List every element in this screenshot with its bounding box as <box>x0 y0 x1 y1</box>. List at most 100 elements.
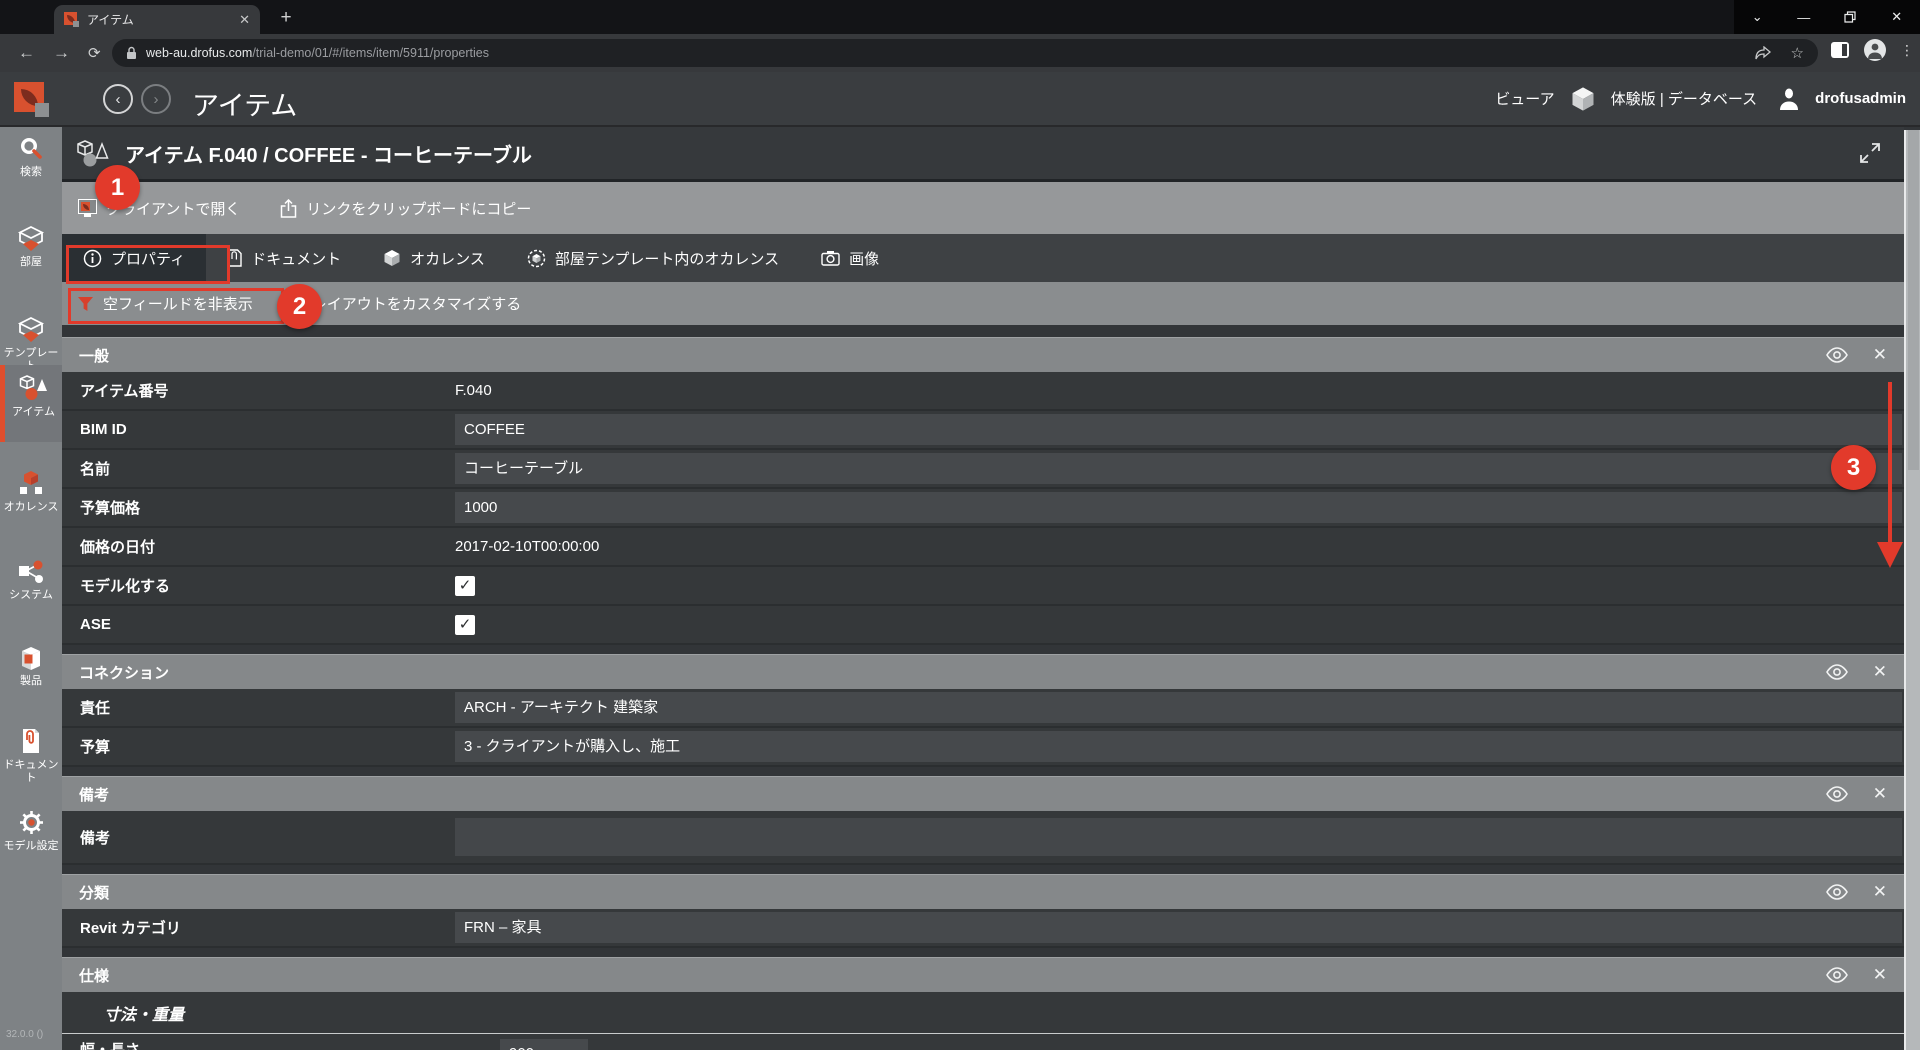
sidebar-item-documents[interactable]: ドキュメント <box>0 723 62 785</box>
annotation-arrow-head <box>1877 542 1903 568</box>
field-label: 予算価格 <box>80 497 455 518</box>
item-titlebar: アイテム F.040 / COFFEE - コーヒーテーブル <box>62 127 1904 182</box>
minimize-icon[interactable]: — <box>1781 0 1828 34</box>
url-bar[interactable]: web-au.drofus.com/trial-demo/01/#/items/… <box>112 39 1818 67</box>
close-section-icon[interactable]: ✕ <box>1873 882 1887 902</box>
username[interactable]: drofusadmin <box>1815 90 1906 107</box>
field-row: 予算3 - クライアントが購入し、施工 <box>62 728 1904 767</box>
field-label: 名前 <box>80 458 455 479</box>
eye-icon[interactable] <box>1825 347 1849 363</box>
database-label[interactable]: 体験版 | データベース <box>1611 88 1757 109</box>
browser-tabstrip: アイテム ✕ + ⌄ — ✕ <box>0 0 1920 34</box>
eye-icon[interactable] <box>1825 664 1849 680</box>
user-icon <box>1777 87 1801 111</box>
products-icon <box>17 645 45 671</box>
browser-menu-icon[interactable]: ⋮ <box>1900 42 1914 59</box>
tab-search-icon[interactable]: ⌄ <box>1734 0 1781 34</box>
tab-room-template-occurrences[interactable]: 部屋テンプレート内のオカレンス <box>506 234 800 282</box>
field-label: 幅・長さ <box>80 1039 455 1050</box>
tab-close-icon[interactable]: ✕ <box>239 12 250 28</box>
subsection-heading: 寸法・重量 <box>62 992 1904 1034</box>
close-section-icon[interactable]: ✕ <box>1873 662 1887 682</box>
field-value[interactable]: 3 - クライアントが購入し、施工 <box>455 731 1902 762</box>
browser-back-icon[interactable]: ← <box>18 43 35 63</box>
scrollbar-thumb[interactable] <box>1908 130 1919 470</box>
section-header: 一般✕ <box>62 337 1904 372</box>
annotation-box-properties-tab <box>66 245 230 284</box>
tab-occurrences[interactable]: オカレンス <box>362 234 506 282</box>
browser-forward-icon[interactable]: → <box>53 43 70 63</box>
sidebar-item-search[interactable]: 検索 <box>0 132 62 179</box>
field-label: 責任 <box>80 697 455 718</box>
section-0: 一般✕アイテム番号F.040BIM IDCOFFEE名前コーヒーテーブル予算価格… <box>62 337 1904 645</box>
close-section-icon[interactable]: ✕ <box>1873 965 1887 985</box>
side-panel-icon[interactable] <box>1830 40 1850 60</box>
field-unit: mm <box>603 1046 628 1050</box>
field-label: BIM ID <box>80 421 455 438</box>
new-tab-button[interactable]: + <box>272 5 300 31</box>
browser-url-row: ← → ⟳ web-au.drofus.com/trial-demo/01/#/… <box>0 34 1920 72</box>
main-content: アイテム F.040 / COFFEE - コーヒーテーブル クライアントで開く… <box>62 127 1904 1050</box>
reload-icon[interactable]: ⟳ <box>88 44 101 62</box>
item-tabs: プロパティドキュメントオカレンス部屋テンプレート内のオカレンス画像 <box>62 234 1904 282</box>
templates-icon <box>17 317 45 343</box>
filter-bar: 空フィールドを非表示 レイアウトをカスタマイズする <box>62 282 1904 325</box>
nav-back-button[interactable]: ‹ <box>103 84 133 114</box>
close-section-icon[interactable]: ✕ <box>1873 784 1887 804</box>
tab-title: アイテム <box>87 11 231 28</box>
sidebar-item-label: ドキュメント <box>0 759 62 785</box>
window-close-icon[interactable]: ✕ <box>1874 0 1920 34</box>
field-value[interactable]: FRN – 家具 <box>455 912 1902 943</box>
section-header: コネクション✕ <box>62 654 1904 689</box>
field-value[interactable]: コーヒーテーブル <box>455 453 1902 484</box>
section-header: 分類✕ <box>62 874 1904 909</box>
sidebar-item-rooms[interactable]: 部屋 <box>0 222 62 269</box>
field-label: モデル化する <box>80 575 455 596</box>
bookmark-star-icon[interactable]: ☆ <box>1791 44 1804 62</box>
field-value[interactable]: ARCH - アーキテクト 建築家 <box>455 692 1902 723</box>
field-label: 予算 <box>80 736 455 757</box>
sidebar-item-label: モデル設定 <box>4 840 59 853</box>
field-row: 名前コーヒーテーブル <box>62 450 1904 489</box>
sidebar-item-label: オカレンス <box>4 501 59 514</box>
viewer-label[interactable]: ビューア <box>1495 88 1554 109</box>
tab-images[interactable]: 画像 <box>800 234 900 282</box>
profile-avatar[interactable] <box>1864 39 1886 61</box>
share-icon[interactable] <box>1754 46 1771 61</box>
viewer-cube-icon[interactable] <box>1569 85 1597 113</box>
checkbox-checked[interactable]: ✓ <box>455 576 475 596</box>
close-section-icon[interactable]: ✕ <box>1873 345 1887 365</box>
cube-icon <box>383 249 401 267</box>
copy-link-button[interactable]: リンクをクリップボードにコピー <box>280 198 531 219</box>
field-value[interactable]: 1000 <box>455 492 1902 523</box>
field-row: アイテム番号F.040 <box>62 372 1904 411</box>
field-value[interactable] <box>455 818 1902 856</box>
vertical-scrollbar[interactable] <box>1904 130 1920 1050</box>
search-icon <box>18 136 44 162</box>
eye-icon[interactable] <box>1825 884 1849 900</box>
nav-forward-button[interactable]: › <box>141 84 171 114</box>
url-domain: web-au.drofus.com <box>146 46 252 60</box>
sidebar-item-occurrences[interactable]: オカレンス <box>0 465 62 514</box>
browser-tab[interactable]: アイテム ✕ <box>54 5 260 34</box>
systems-icon <box>17 559 45 585</box>
field-row: 備考 <box>62 811 1904 865</box>
sidebar-item-model-settings[interactable]: モデル設定 <box>0 805 62 853</box>
field-label: 備考 <box>80 827 455 848</box>
drofus-logo <box>14 82 50 118</box>
field-row: 予算価格1000 <box>62 489 1904 528</box>
app-header: ‹ › アイテム ビューア 体験版 | データベース drofusadmin <box>0 72 1920 127</box>
fullscreen-icon[interactable] <box>1859 142 1881 164</box>
checkbox-checked[interactable]: ✓ <box>455 615 475 635</box>
field-value[interactable]: COFFEE <box>455 414 1902 445</box>
items-icon <box>19 374 49 402</box>
sidebar-item-systems[interactable]: システム <box>0 555 62 602</box>
eye-icon[interactable] <box>1825 786 1849 802</box>
restore-icon[interactable] <box>1827 0 1874 34</box>
sidebar-item-templates[interactable]: テンプレート <box>0 313 62 373</box>
sidebar-item-items[interactable]: アイテム <box>0 365 62 442</box>
eye-icon[interactable] <box>1825 967 1849 983</box>
sidebar-item-products[interactable]: 製品 <box>0 641 62 688</box>
field-input[interactable]: 900 <box>500 1039 588 1050</box>
sidebar-item-label: アイテム <box>12 406 55 419</box>
